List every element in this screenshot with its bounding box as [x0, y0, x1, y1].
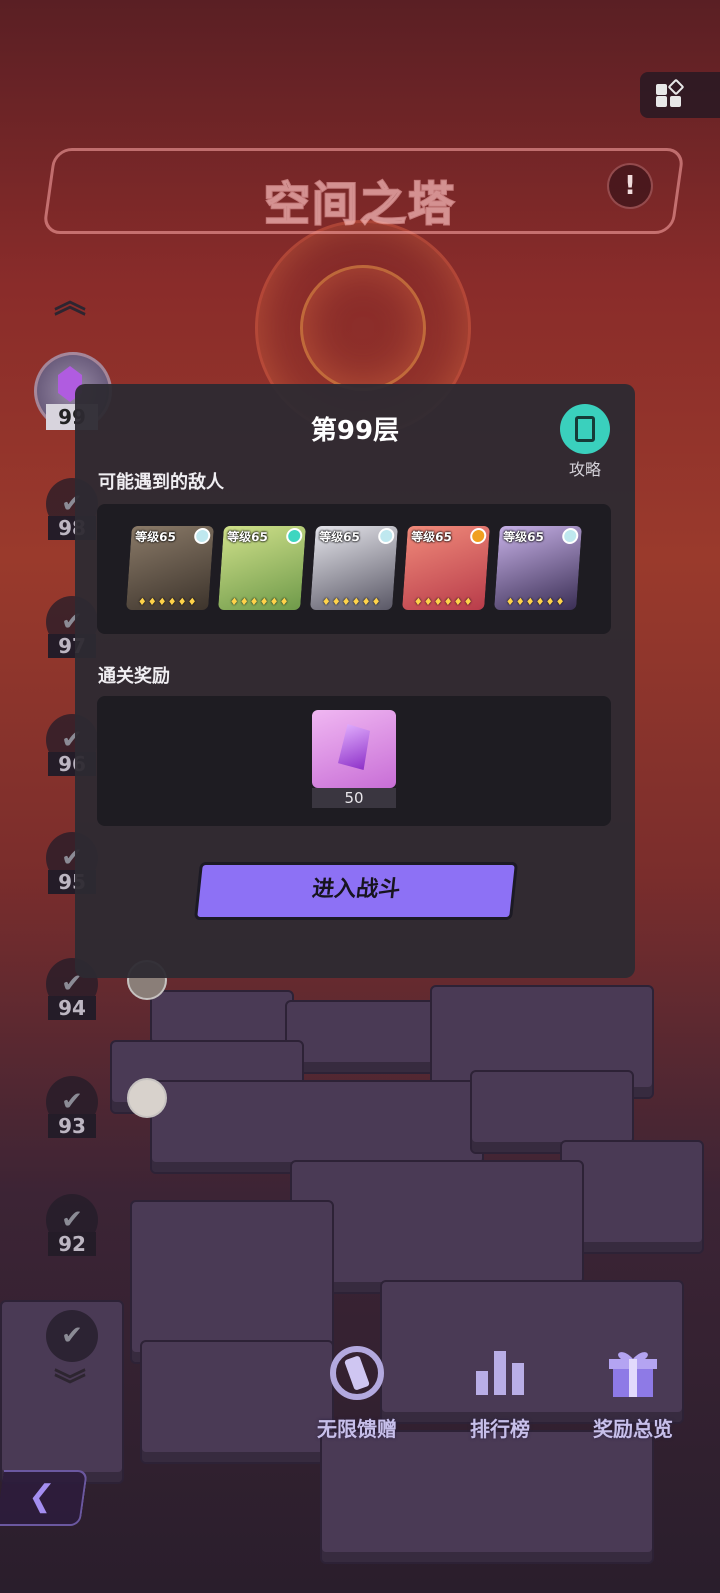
infinite-gift-label: 无限馈赠 [317, 1417, 397, 1441]
guide-button[interactable] [560, 404, 610, 454]
enemy-level: 等级65 [410, 530, 453, 544]
leaderboard-button[interactable]: 排行榜 [445, 1345, 555, 1441]
back-button[interactable]: ❮ [0, 1470, 88, 1526]
enemy-card[interactable]: 等级65 ♦♦♦♦♦♦ [494, 526, 582, 610]
menu-button[interactable] [640, 72, 720, 118]
floor-number: 93 [48, 1114, 96, 1138]
enter-battle-button[interactable]: 进入战斗 [193, 862, 519, 920]
enemy-card[interactable]: 等级65 ♦♦♦♦♦♦ [402, 526, 490, 610]
reward-quantity: 50 [312, 788, 396, 808]
enemy-list: 等级65 ♦♦♦♦♦♦ 等级65 ♦♦♦♦♦♦ 等级65 ♦♦♦♦♦♦ 等级65… [97, 504, 611, 634]
enemy-card[interactable]: 等级65 ♦♦♦♦♦♦ [218, 526, 306, 610]
star-rating: ♦♦♦♦♦♦ [413, 597, 474, 608]
infinite-gift-icon [329, 1345, 385, 1401]
floor-number: 94 [48, 996, 96, 1020]
floor-node[interactable]: ✔ 92 [44, 1194, 100, 1264]
enemy-card[interactable]: 等级65 ♦♦♦♦♦♦ [126, 526, 214, 610]
floor-node[interactable]: ✔ 93 [44, 1076, 100, 1146]
leaderboard-label: 排行榜 [470, 1417, 530, 1441]
book-icon [575, 416, 595, 442]
star-rating: ♦♦♦♦♦♦ [229, 597, 290, 608]
rewards-overview-label: 奖励总览 [593, 1417, 673, 1441]
infinite-gift-button[interactable]: 无限馈赠 [302, 1345, 412, 1441]
leaderboard-icon [472, 1345, 528, 1401]
rewards-overview-button[interactable]: 奖励总览 [578, 1345, 688, 1441]
back-arrow-icon: ❮ [26, 1479, 57, 1514]
reward-item[interactable]: 50 [312, 710, 396, 808]
dialog-title: 第99层 [310, 416, 400, 446]
tower-emblem-inner [300, 265, 426, 391]
enemy-level: 等级65 [226, 530, 269, 544]
enemy-level: 等级65 [134, 530, 177, 544]
rock-terrain [0, 960, 720, 1593]
reward-heading: 通关奖励 [98, 666, 170, 687]
scroll-up-icon[interactable]: ︽ [54, 284, 86, 318]
star-rating: ♦♦♦♦♦♦ [321, 597, 382, 608]
star-rating: ♦♦♦♦♦♦ [505, 597, 566, 608]
info-icon: ! [624, 171, 636, 201]
enemy-level: 等级65 [502, 530, 545, 544]
guide-label: 攻略 [568, 460, 601, 479]
player-avatar [127, 1078, 167, 1118]
reward-list: 50 [97, 696, 611, 826]
floor-number: 92 [48, 1232, 96, 1256]
enemy-level: 等级65 [318, 530, 361, 544]
info-button[interactable]: ! [607, 163, 653, 209]
enemies-heading: 可能遇到的敌人 [98, 472, 224, 493]
enemy-card[interactable]: 等级65 ♦♦♦♦♦♦ [310, 526, 398, 610]
gift-box-icon [605, 1345, 661, 1401]
floor-detail-dialog: 第99层 攻略 可能遇到的敌人 等级65 ♦♦♦♦♦♦ 等级65 ♦♦♦♦♦♦ … [75, 384, 635, 978]
scroll-down-icon[interactable]: ︾ [54, 1368, 86, 1402]
star-rating: ♦♦♦♦♦♦ [137, 597, 198, 608]
checkmark-icon: ✔ [46, 1310, 98, 1362]
